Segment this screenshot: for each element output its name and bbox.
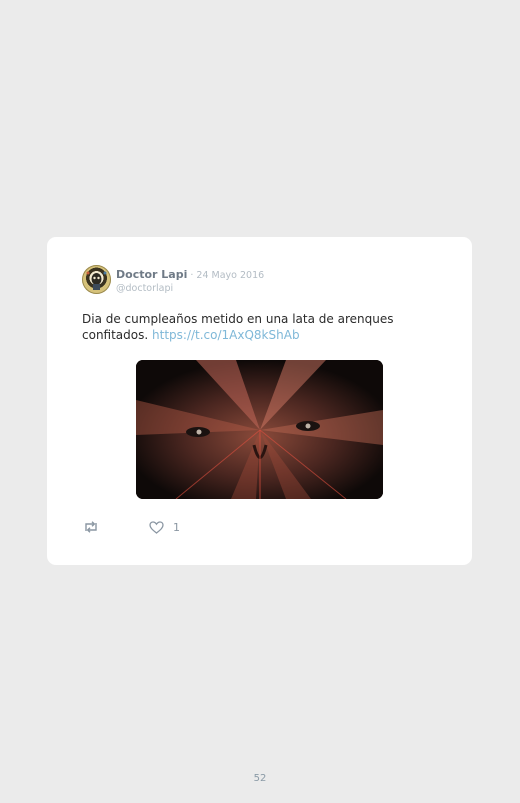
tweet-text: Dia de cumpleaños metido en una lata de … [82, 311, 412, 343]
tweet-media-image[interactable] [136, 360, 383, 499]
author-info: Doctor Lapi · 24 Mayo 2016 @doctorlapi [116, 266, 264, 295]
author-handle[interactable]: @doctorlapi [116, 282, 264, 295]
like-count: 1 [173, 520, 180, 534]
avatar-portrait-icon [86, 271, 107, 290]
tweet-card: Doctor Lapi · 24 Mayo 2016 @doctorlapi D… [47, 237, 472, 565]
tweet-actions: 1 [83, 520, 180, 534]
retweet-button[interactable] [83, 520, 99, 534]
avatar[interactable] [82, 265, 111, 294]
like-button[interactable]: 1 [149, 521, 180, 534]
retweet-icon [85, 521, 97, 533]
heart-icon [149, 520, 164, 534]
tweet-date[interactable]: 24 Mayo 2016 [196, 270, 264, 281]
page-number: 52 [253, 773, 267, 784]
tweet-header: Doctor Lapi · 24 Mayo 2016 @doctorlapi [82, 265, 264, 295]
video-thumbnail-icon [136, 360, 383, 499]
tweet-link[interactable]: https://t.co/1AxQ8kShAb [152, 328, 300, 342]
author-display-name[interactable]: Doctor Lapi [116, 268, 187, 281]
